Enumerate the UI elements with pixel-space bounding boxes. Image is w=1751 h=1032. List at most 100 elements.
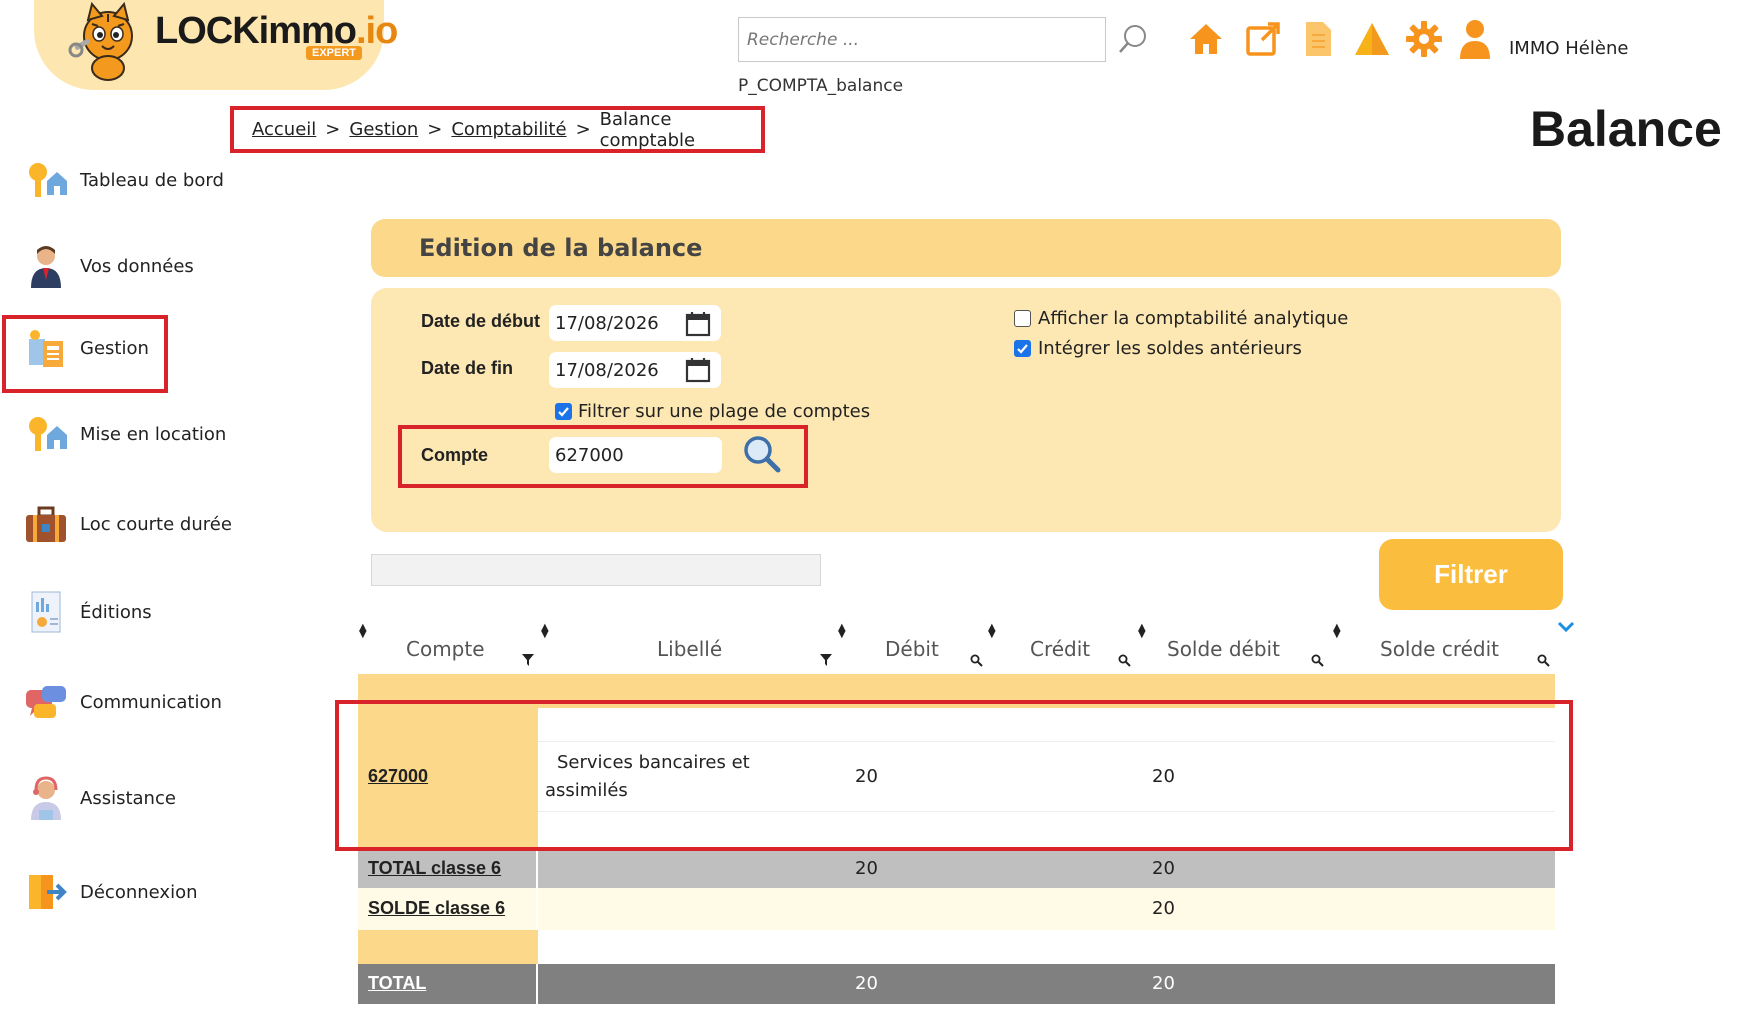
sidebar-item-communication[interactable]: Communication [24, 672, 254, 732]
warning-icon[interactable] [1351, 18, 1393, 60]
column-header-libelle[interactable]: ▲ ▼ Libellé [538, 622, 838, 674]
search-icon[interactable] [1112, 18, 1154, 60]
solde-debit-value: 20 [1152, 898, 1175, 919]
search-icon[interactable] [1537, 654, 1550, 667]
account-input[interactable] [549, 437, 722, 473]
sort-icon[interactable]: ▲ ▼ [1333, 623, 1341, 640]
section-header: Edition de la balance [371, 219, 1561, 277]
sort-icon[interactable]: ▲ ▼ [541, 623, 549, 640]
sidebar-item-label: Mise en location [80, 423, 227, 445]
total-class-link[interactable]: TOTAL classe 6 [368, 858, 501, 879]
gear-icon[interactable] [1403, 18, 1445, 60]
sidebar-item-editions[interactable]: Éditions [24, 582, 254, 642]
brand-name-suffix: .io [356, 10, 398, 52]
filter-range-checkbox[interactable] [555, 403, 572, 420]
sidebar-item-label: Tableau de bord [80, 169, 224, 191]
report-icon [24, 590, 68, 634]
external-link-icon[interactable] [1242, 18, 1284, 60]
account-search-icon[interactable] [742, 434, 782, 474]
calendar-icon[interactable] [684, 310, 712, 338]
prior-balances-label: Intégrer les soldes antérieurs [1038, 338, 1302, 359]
calendar-icon[interactable] [684, 356, 712, 384]
management-icon [24, 326, 68, 370]
sidebar-item-tableau-de-bord[interactable]: Tableau de bord [24, 150, 254, 210]
table-cell: 20 20 [538, 850, 1555, 888]
breadcrumb-link-accueil[interactable]: Accueil [252, 119, 316, 140]
filter-funnel-icon[interactable] [522, 654, 534, 666]
document-icon[interactable] [1297, 18, 1339, 60]
solde-class-link[interactable]: SOLDE classe 6 [368, 898, 505, 919]
sort-icon[interactable]: ▲ ▼ [838, 623, 846, 640]
table-cell: 20 20 [538, 964, 1555, 1004]
grand-total-row: TOTAL 20 20 [358, 964, 1555, 1004]
debit-value: 20 [855, 973, 878, 994]
sidebar-item-label: Déconnexion [80, 881, 198, 903]
search-input[interactable] [738, 17, 1106, 62]
sort-icon[interactable]: ▲ ▼ [1138, 623, 1146, 640]
sidebar-item-label: Communication [80, 691, 222, 713]
prior-balances-checkbox[interactable] [1014, 340, 1031, 357]
support-agent-icon [24, 776, 68, 820]
sidebar-item-vos-donnees[interactable]: Vos données [24, 236, 254, 296]
page-title: Balance [1530, 101, 1722, 157]
search-icon[interactable] [970, 654, 983, 667]
analytic-checkbox[interactable] [1014, 310, 1031, 327]
column-title: Solde crédit [1380, 637, 1500, 661]
column-header-solde-credit[interactable]: ▲ ▼ Solde crédit [1333, 622, 1555, 674]
sidebar-item-deconnexion[interactable]: Déconnexion [24, 862, 254, 922]
keys-house-icon [24, 158, 68, 202]
table-cell: TOTAL classe 6 [358, 850, 538, 888]
sidebar-item-label: Assistance [80, 787, 176, 809]
breadcrumb-separator: > [427, 119, 443, 140]
column-header-credit[interactable]: ▲ ▼ Crédit [988, 622, 1138, 674]
solde-debit-value: 20 [1152, 858, 1175, 879]
filter-button[interactable]: Filtrer [1379, 539, 1563, 610]
sidebar-item-gestion[interactable]: Gestion [24, 318, 254, 378]
grand-total-link[interactable]: TOTAL [368, 973, 426, 994]
date-start-label: Date de début [421, 311, 541, 331]
sidebar-item-label: Gestion [80, 337, 149, 359]
annotation-highlight-row [335, 700, 1573, 851]
breadcrumb-link-gestion[interactable]: Gestion [349, 119, 418, 140]
total-class-row: TOTAL classe 6 20 20 [358, 850, 1555, 888]
sidebar-item-assistance[interactable]: Assistance [24, 768, 254, 828]
analytic-label: Afficher la comptabilité analytique [1038, 308, 1349, 329]
debit-value: 20 [855, 858, 878, 879]
filter-range-label: Filtrer sur une plage de comptes [578, 401, 871, 422]
column-header-solde-debit[interactable]: ▲ ▼ Solde débit [1138, 622, 1333, 674]
breadcrumb-link-comptabilite[interactable]: Comptabilité [451, 119, 566, 140]
column-title: Crédit [1030, 637, 1091, 661]
page-code: P_COMPTA_balance [738, 76, 904, 96]
search-icon[interactable] [1311, 654, 1324, 667]
solde-class-row: SOLDE classe 6 20 [358, 888, 1555, 930]
progress-bar [371, 554, 821, 586]
sort-icon[interactable]: ▲ ▼ [988, 623, 996, 640]
date-end-label: Date de fin [421, 358, 514, 378]
home-icon[interactable] [1185, 18, 1227, 60]
sidebar-item-label: Éditions [80, 601, 152, 623]
sort-icon[interactable]: ▲ ▼ [359, 623, 367, 640]
user-name[interactable]: IMMO Hélène [1509, 38, 1628, 59]
column-header-debit[interactable]: ▲ ▼ Débit [838, 622, 988, 674]
column-header-compte[interactable]: ▲ ▼ Compte [358, 622, 538, 674]
logout-icon [24, 870, 68, 914]
filter-funnel-icon[interactable] [820, 654, 832, 666]
column-title: Libellé [657, 637, 723, 661]
column-title: Débit [885, 637, 939, 661]
sidebar-item-loc-courte-duree[interactable]: Loc courte durée [24, 494, 254, 554]
sidebar-item-mise-en-location[interactable]: Mise en location [24, 404, 254, 464]
chevron-down-icon[interactable] [1556, 620, 1576, 634]
solde-debit-value: 20 [1152, 973, 1175, 994]
brand-badge: EXPERT [306, 46, 363, 60]
table-cell: SOLDE classe 6 [358, 888, 538, 930]
table-cell [358, 930, 538, 964]
table-cell: 20 [538, 888, 1555, 930]
column-title: Compte [406, 637, 485, 661]
table-cell [538, 930, 1555, 964]
breadcrumb-separator: > [325, 119, 341, 140]
sidebar-item-label: Vos données [80, 255, 194, 277]
user-icon[interactable] [1454, 18, 1496, 60]
table-header: ▲ ▼ Compte ▲ ▼ Libellé ▲ ▼ Débit ▲ ▼ Crédit … [358, 622, 1555, 674]
breadcrumb: Accueil > Gestion > Comptabilité > Balan… [230, 106, 765, 153]
search-icon[interactable] [1118, 654, 1131, 667]
